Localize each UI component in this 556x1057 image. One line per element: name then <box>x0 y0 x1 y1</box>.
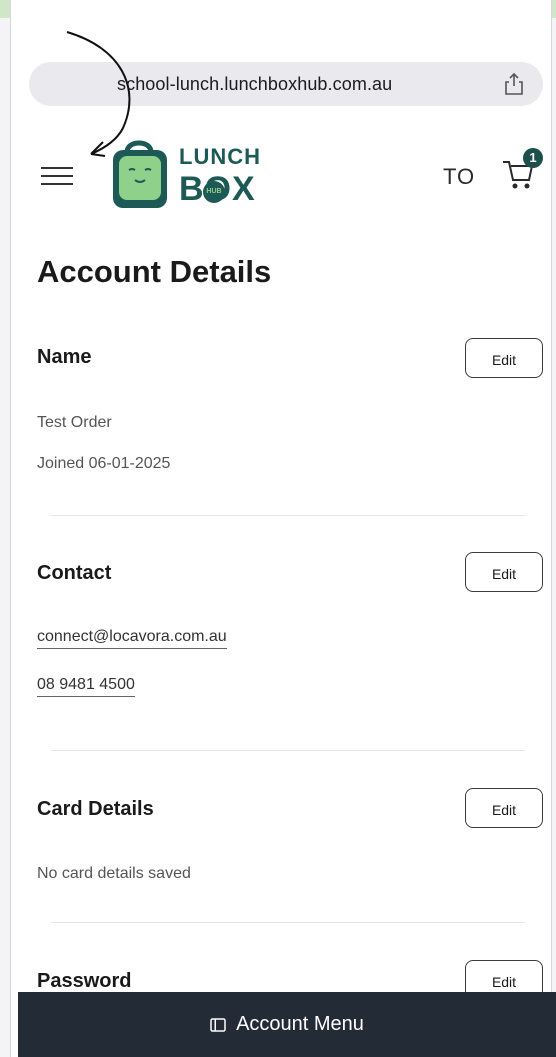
cart-count-badge: 1 <box>523 148 543 168</box>
edit-card-button[interactable]: Edit <box>465 788 543 828</box>
url-text[interactable]: school-lunch.lunchboxhub.com.au <box>117 74 392 95</box>
section-divider <box>51 750 525 751</box>
contact-phone-link[interactable]: 08 9481 4500 <box>37 676 135 697</box>
section-divider <box>51 922 525 923</box>
section-divider <box>51 515 525 516</box>
logo-text-lunch: LUNCH <box>179 144 261 169</box>
joined-date: Joined 06-01-2025 <box>37 455 171 472</box>
cart-button[interactable]: 1 <box>499 148 543 192</box>
page-title: Account Details <box>37 254 272 289</box>
sidebar-panel-icon <box>210 1017 226 1032</box>
lunchbox-hub-logo[interactable]: LUNCH BOX HUB <box>107 138 287 214</box>
logo-badge-hub: HUB <box>203 181 225 203</box>
name-heading: Name <box>37 346 92 368</box>
account-menu-bar[interactable]: Account Menu <box>18 992 556 1057</box>
card-status-text: No card details saved <box>37 865 191 882</box>
user-initials[interactable]: TO <box>443 164 475 190</box>
card-details-heading: Card Details <box>37 798 154 820</box>
edit-name-button[interactable]: Edit <box>465 338 543 378</box>
share-icon[interactable] <box>503 72 525 96</box>
account-full-name: Test Order <box>37 414 112 431</box>
password-heading: Password <box>37 970 132 992</box>
edit-contact-button[interactable]: Edit <box>465 552 543 592</box>
account-menu-label[interactable]: Account Menu <box>236 1013 364 1036</box>
contact-heading: Contact <box>37 562 112 584</box>
url-bar[interactable]: school-lunch.lunchboxhub.com.au <box>29 62 543 106</box>
phone-screen: school-lunch.lunchboxhub.com.au LUNCH HU… <box>10 0 552 1057</box>
hamburger-menu-icon[interactable] <box>39 160 75 192</box>
contact-email-link[interactable]: connect@locavora.com.au <box>37 628 227 649</box>
